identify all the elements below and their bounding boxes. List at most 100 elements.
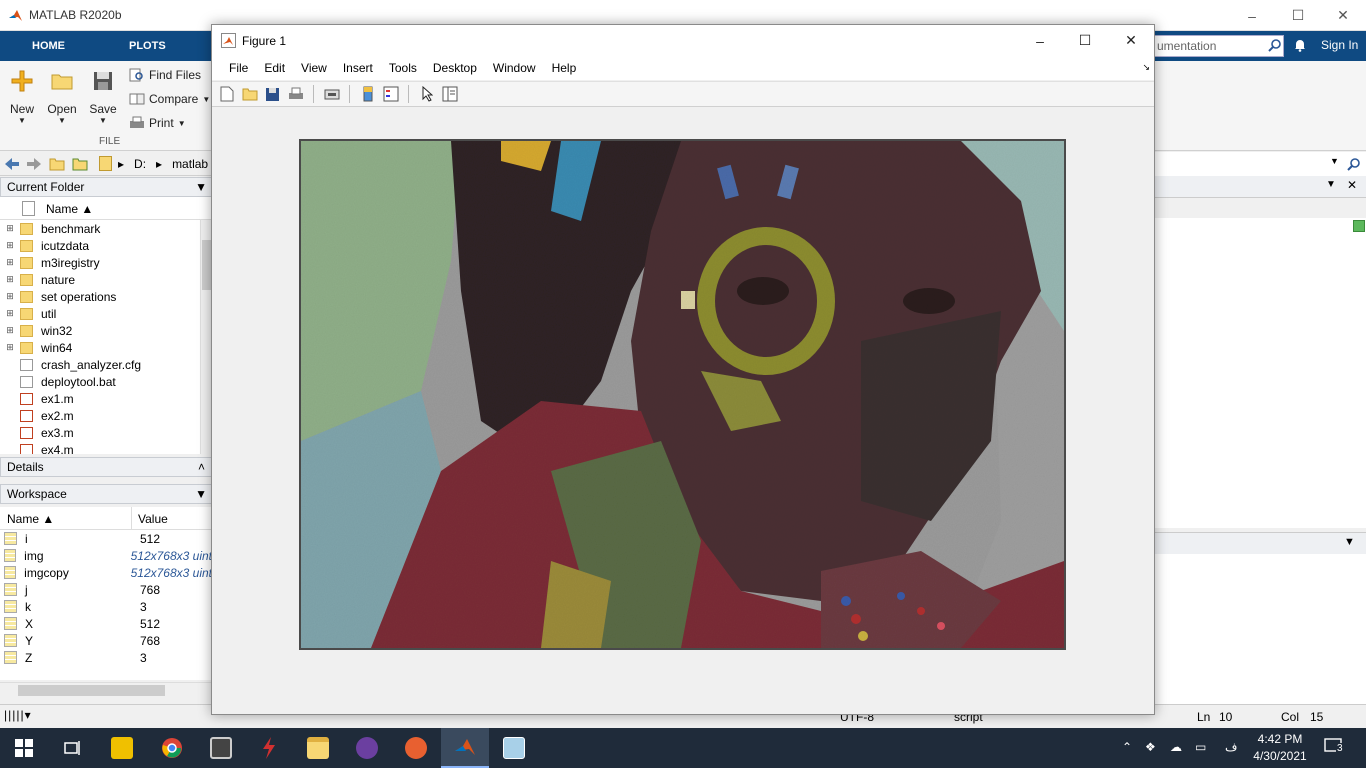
folder-list-item[interactable]: ⊞ icutzdata (0, 237, 200, 254)
search-icon[interactable] (1268, 38, 1282, 52)
tab-home[interactable]: HOME (18, 31, 79, 61)
menu-tools[interactable]: Tools (381, 56, 425, 80)
details-header[interactable]: Details ˄ (0, 457, 212, 477)
workspace-variable-row[interactable]: k3 (0, 598, 212, 615)
folder-list-item[interactable]: crash_analyzer.cfg (0, 356, 200, 373)
folder-list-item[interactable]: deploytool.bat (0, 373, 200, 390)
folder-list-item[interactable]: ⊞ win64 (0, 339, 200, 356)
workspace-menu-icon[interactable]: ▼ (195, 485, 207, 503)
battery-icon[interactable]: ▭ (1195, 740, 1206, 754)
cloud-status-icon[interactable]: ☁ (1170, 740, 1182, 754)
minimize-button[interactable]: – (1229, 0, 1275, 31)
tray-expand-icon[interactable]: ⌃ (1122, 740, 1132, 754)
close-button[interactable]: ✕ (1320, 0, 1366, 31)
breadcrumb-drive[interactable]: D: (134, 157, 146, 171)
taskbar-video-editor[interactable] (197, 728, 245, 768)
folder-list-item[interactable]: ⊞ util (0, 305, 200, 322)
expand-icon[interactable]: ⊞ (0, 223, 20, 234)
forward-arrow-icon[interactable] (26, 157, 42, 171)
dock-arrow-icon[interactable]: ↘ (1142, 62, 1150, 73)
legend-button[interactable] (382, 86, 399, 103)
up-folder-icon[interactable] (49, 156, 65, 171)
print-button[interactable]: Print ▼ (129, 115, 186, 131)
right-path-field[interactable]: ▼ (1154, 152, 1366, 176)
taskbar-file-explorer[interactable] (294, 728, 342, 768)
taskbar-flash-app[interactable] (245, 728, 293, 768)
menu-help[interactable]: Help (544, 56, 585, 80)
documentation-search-input[interactable]: umentation (1154, 35, 1284, 57)
workspace-variable-row[interactable]: i 512 (0, 530, 212, 547)
figure-titlebar[interactable]: Figure 1 – ☐ ✕ (212, 25, 1154, 56)
expand-icon[interactable]: ⊞ (0, 342, 20, 353)
edit-plot-button[interactable] (418, 86, 435, 103)
name-column-header[interactable]: Name ▲ (46, 202, 93, 216)
task-view-button[interactable] (48, 728, 96, 768)
new-button[interactable]: New ▼ (8, 69, 36, 125)
taskbar-chrome[interactable] (148, 728, 196, 768)
maximize-button[interactable]: ☐ (1275, 0, 1321, 31)
folder-list-item[interactable]: ⊞ win32 (0, 322, 200, 339)
expand-icon[interactable]: ⊞ (0, 325, 20, 336)
ws-value-column[interactable]: Value (138, 512, 168, 526)
menu-view[interactable]: View (293, 56, 335, 80)
folder-list-item[interactable]: ⊞ set operations (0, 288, 200, 305)
taskbar-app[interactable] (490, 728, 538, 768)
open-button[interactable]: Open ▼ (46, 69, 78, 125)
expand-icon[interactable]: ⊞ (0, 291, 20, 302)
current-folder-header[interactable]: Current Folder ▼ (0, 177, 212, 197)
chevron-down-icon[interactable]: ▼ (1330, 156, 1339, 166)
folder-list-item[interactable]: ⊞ m3iregistry (0, 254, 200, 271)
editor-area[interactable] (1154, 218, 1366, 528)
ws-name-column[interactable]: Name ▲ (7, 512, 54, 526)
expand-icon[interactable]: ⊞ (0, 257, 20, 268)
workspace-variable-row[interactable]: imgcopy 512x768x3 uint (0, 564, 212, 581)
taskbar-github[interactable] (343, 728, 391, 768)
menu-insert[interactable]: Insert (335, 56, 381, 80)
find-files-button[interactable]: Find Files (129, 67, 201, 83)
command-menu-icon[interactable]: ▼ (1344, 536, 1355, 548)
code-analyzer-status-icon[interactable] (1353, 220, 1365, 232)
save-figure-button[interactable] (264, 86, 281, 103)
taskbar-clock[interactable]: 4:42 PM 4/30/2021 (1250, 731, 1310, 765)
path-search-icon[interactable] (1347, 157, 1361, 171)
folder-list-item[interactable]: ex4.m (0, 441, 200, 454)
browse-folder-icon[interactable] (72, 156, 88, 171)
compare-button[interactable]: Compare ▼ (129, 91, 210, 107)
chevron-up-icon[interactable]: ˄ (198, 458, 205, 476)
dropbox-icon[interactable]: ❖ (1145, 740, 1156, 754)
expand-icon[interactable]: ⊞ (0, 274, 20, 285)
taskbar-player-app[interactable] (98, 728, 146, 768)
folder-list-item[interactable]: ⊞ nature (0, 271, 200, 288)
folder-list-item[interactable]: ex2.m (0, 407, 200, 424)
link-plot-button[interactable] (323, 86, 340, 103)
panel-menu-icon[interactable]: ▼ (195, 178, 207, 196)
colorbar-button[interactable] (359, 86, 376, 103)
editor-menu-icon[interactable]: ▼ (1326, 179, 1336, 190)
print-figure-button[interactable] (287, 86, 304, 103)
figure-image-axes[interactable] (299, 139, 1066, 650)
workspace-variable-row[interactable]: img 512x768x3 uint (0, 547, 212, 564)
menu-edit[interactable]: Edit (256, 56, 293, 80)
workspace-variable-row[interactable]: j 768 (0, 581, 212, 598)
expand-icon[interactable]: ⊞ (0, 308, 20, 319)
sign-in-link[interactable]: Sign In (1321, 38, 1358, 52)
start-button[interactable] (0, 728, 48, 768)
workspace-header[interactable]: Workspace ▼ (0, 484, 212, 504)
breadcrumb[interactable]: ▸ D: ▸ matlab (118, 157, 208, 171)
property-inspector-button[interactable] (441, 86, 458, 103)
figure-minimize-button[interactable]: – (1017, 25, 1063, 56)
workspace-variable-row[interactable]: Y 768 (0, 632, 212, 649)
menu-window[interactable]: Window (485, 56, 544, 80)
figure-maximize-button[interactable]: ☐ (1062, 25, 1108, 56)
expand-icon[interactable]: ⊞ (0, 240, 20, 251)
tab-plots[interactable]: PLOTS (115, 31, 180, 61)
save-button[interactable]: Save ▼ (89, 69, 117, 125)
menu-desktop[interactable]: Desktop (425, 56, 485, 80)
workspace-hscrollbar[interactable] (0, 682, 212, 698)
notification-bell-icon[interactable] (1293, 38, 1307, 52)
back-arrow-icon[interactable] (4, 157, 20, 171)
figure-close-button[interactable]: ✕ (1108, 25, 1154, 56)
figure-window[interactable]: Figure 1 – ☐ ✕ File Edit View Insert Too… (211, 24, 1155, 715)
workspace-variable-row[interactable]: Z3 (0, 649, 212, 666)
new-figure-button[interactable] (218, 86, 235, 103)
